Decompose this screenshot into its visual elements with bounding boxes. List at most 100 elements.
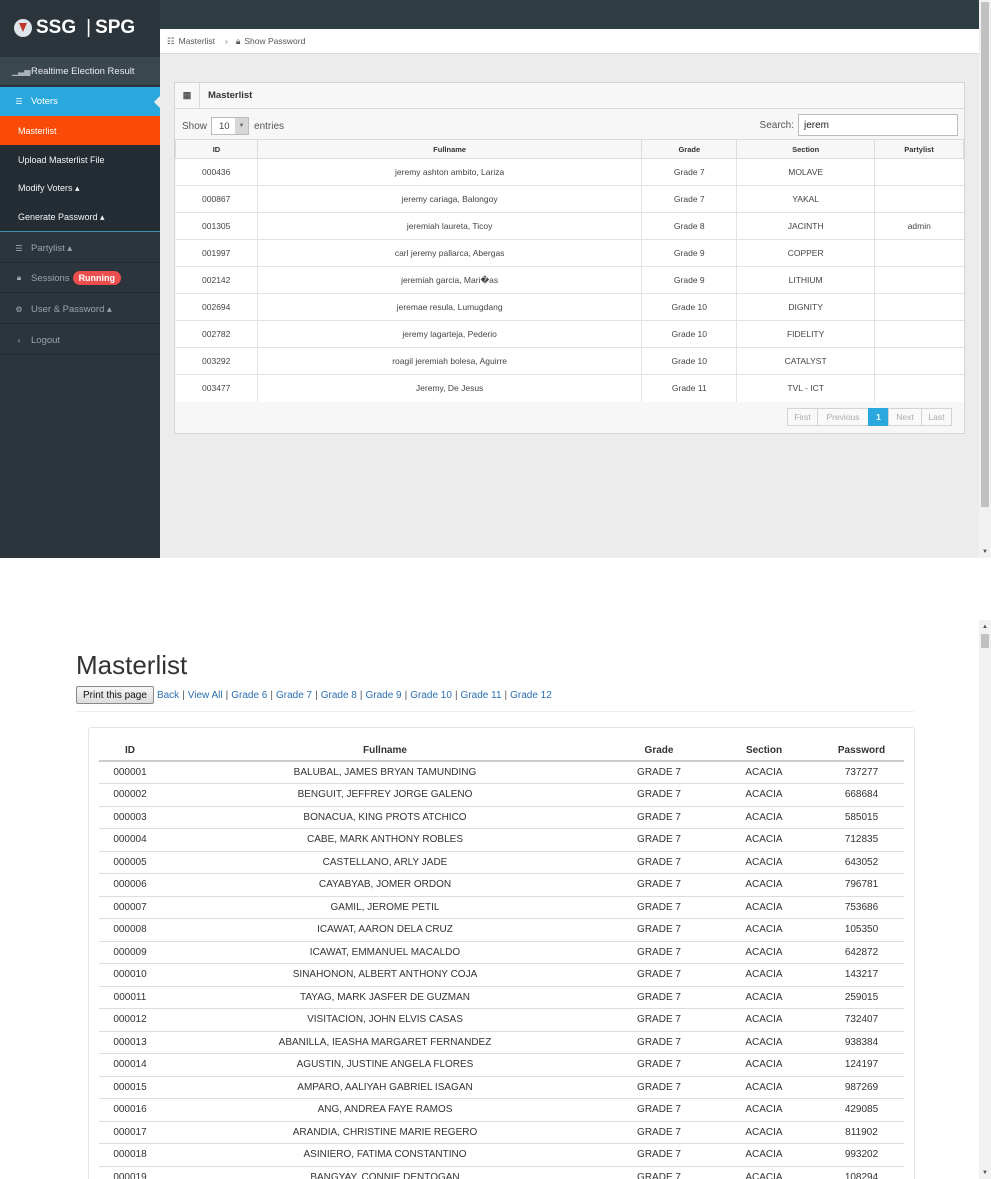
- link-grade-7[interactable]: Grade 7: [276, 690, 312, 701]
- sidebar-item-logout[interactable]: ‹ Logout: [0, 326, 160, 355]
- table-cell: 668684: [819, 783, 904, 806]
- chevron-left-icon: ‹: [17, 335, 21, 345]
- sidebar-item-realtime-result[interactable]: ▁▃▅ Realtime Election Result: [0, 57, 160, 86]
- search-input[interactable]: [798, 114, 958, 136]
- table-row[interactable]: 003477 Jeremy, De Jesus Grade 11 TVL - ICT: [175, 374, 964, 402]
- sidebar-item-sessions[interactable]: 🔒︎ Sessions Running: [0, 264, 160, 293]
- table-row[interactable]: 001997 carl jeremy pallarca, Abergas Grade…: [175, 239, 964, 267]
- page-title: Masterlist: [76, 650, 188, 680]
- table-row[interactable]: 000011 TAYAG, MARK JASFER DE GUZMAN GRADE …: [99, 985, 904, 1009]
- table-row[interactable]: 000014 AGUSTIN, JUSTINE ANGELA FLORES GRAD…: [99, 1053, 904, 1076]
- link-view-all[interactable]: View All: [188, 690, 223, 701]
- table-cell: COPPER: [736, 239, 875, 267]
- table-cell: TAYAG, MARK JASFER DE GUZMAN: [161, 985, 609, 1009]
- table-row[interactable]: 002694 jeremae resula, Lumugdang Grade 10 D…: [175, 293, 964, 321]
- table-row[interactable]: 000013 ABANILLA, IEASHA MARGARET FERNANDE…: [99, 1030, 904, 1054]
- scroll-down-arrow-icon[interactable]: ▼: [979, 1168, 991, 1178]
- sidebar-item-voters[interactable]: ☰ Voters: [0, 87, 160, 116]
- table-cell: Grade 7: [641, 185, 737, 213]
- breadcrumb-show-password[interactable]: Show Password: [244, 36, 305, 46]
- table-row[interactable]: 000006 CAYABYAB, JOMER ORDON GRADE 7 ACACIA…: [99, 873, 904, 896]
- pager-first[interactable]: First: [787, 408, 818, 426]
- link-grade-11[interactable]: Grade 11: [461, 690, 502, 701]
- sidebar-item-partylist[interactable]: ☰ Partylist ▴: [0, 234, 160, 263]
- table-cell: carl jeremy pallarca, Abergas: [256, 239, 642, 267]
- table-cell: 002782: [175, 320, 258, 348]
- column-header[interactable]: Password: [819, 740, 904, 762]
- scroll-up-arrow-icon[interactable]: ▲: [979, 622, 991, 632]
- column-header[interactable]: Section: [709, 740, 819, 762]
- scrollbar-thumb[interactable]: [981, 2, 989, 507]
- sidebar-sub-modify-voters[interactable]: Modify Voters ▴: [0, 174, 160, 203]
- table-cell: jeremiah garcia, Mari�as: [256, 266, 642, 294]
- table-cell: SINAHONON, ALBERT ANTHONY COJA: [161, 963, 609, 986]
- column-header[interactable]: Partylist: [874, 139, 964, 159]
- link-grade-6[interactable]: Grade 6: [231, 690, 267, 701]
- table-row[interactable]: 000008 ICAWAT, AARON DELA CRUZ GRADE 7 ACAC…: [99, 918, 904, 941]
- table-row[interactable]: 000001 BALUBAL, JAMES BRYAN TAMUNDING GRAD…: [99, 760, 904, 784]
- pager-next[interactable]: Next: [888, 408, 922, 426]
- column-header[interactable]: Grade: [641, 139, 738, 159]
- page-scrollbar[interactable]: ▼: [979, 0, 991, 558]
- breadcrumb-masterlist[interactable]: Masterlist: [179, 36, 215, 46]
- scroll-down-arrow-icon[interactable]: ▼: [979, 547, 991, 557]
- column-header[interactable]: Section: [736, 139, 876, 159]
- sidebar-sub-upload-masterlist[interactable]: Upload Masterlist File: [0, 145, 160, 174]
- table-row[interactable]: 000010 SINAHONON, ALBERT ANTHONY COJA GRAD…: [99, 963, 904, 986]
- table-cell: ACACIA: [709, 1098, 819, 1121]
- page-length-control: Show 10 ▼ entries: [182, 117, 284, 135]
- pager-page-1[interactable]: 1: [868, 408, 889, 426]
- table-row[interactable]: 000017 ARANDIA, CHRISTINE MARIE REGERO GRA…: [99, 1120, 904, 1144]
- table-cell: 811902: [819, 1120, 904, 1144]
- table-cell: ACACIA: [709, 805, 819, 829]
- table-cell: 000011: [99, 985, 161, 1009]
- table-row[interactable]: 000015 AMPARO, AALIYAH GABRIEL ISAGAN GRAD…: [99, 1075, 904, 1099]
- link-grade-10[interactable]: Grade 10: [410, 690, 452, 701]
- table-row[interactable]: 000019 BANGYAY, CONNIE DENTOGAN GRADE 7 ACA…: [99, 1165, 904, 1179]
- table-row[interactable]: 000005 CASTELLANO, ARLY JADE GRADE 7 ACACIA…: [99, 850, 904, 874]
- table-cell: 001305: [175, 212, 258, 240]
- page-scrollbar[interactable]: ▲ ▼: [979, 620, 991, 1179]
- pager-last[interactable]: Last: [921, 408, 952, 426]
- column-header[interactable]: Fullname: [256, 139, 643, 159]
- table-row[interactable]: 000009 ICAWAT, EMMANUEL MACALDO GRADE 7 ACA…: [99, 940, 904, 964]
- column-header[interactable]: ID: [99, 740, 161, 762]
- table-row[interactable]: 000003 BONACUA, KING PROTS ATCHICO GRADE 7…: [99, 805, 904, 829]
- sidebar-item-user-password[interactable]: ⚙ User & Password ▴: [0, 295, 160, 324]
- column-header[interactable]: Fullname: [161, 740, 609, 762]
- entries-select[interactable]: 10 ▼: [211, 117, 250, 135]
- table-cell: Jeremy, De Jesus: [256, 374, 642, 402]
- panel-title: Masterlist: [208, 90, 253, 101]
- column-header[interactable]: Grade: [609, 740, 709, 762]
- table-row[interactable]: 000012 VISITACION, JOHN ELVIS CASAS GRADE …: [99, 1008, 904, 1031]
- nav-separator: |: [404, 689, 408, 701]
- sidebar-item-label: Realtime Election Result: [31, 65, 135, 77]
- table-row[interactable]: 000002 BENGUIT, JEFFREY JORGE GALENO GRADE…: [99, 783, 904, 806]
- sidebar-sub-generate-password[interactable]: Generate Password ▴: [0, 203, 160, 232]
- sidebar: SSG | SPG ▁▃▅ Realtime Election Result ☰…: [0, 0, 160, 558]
- table-row[interactable]: 000867 jeremy cariaga, Balongoy Grade 7 YAK…: [175, 185, 964, 213]
- table-cell: YAKAL: [736, 185, 875, 213]
- link-grade-9[interactable]: Grade 9: [365, 690, 401, 701]
- column-header[interactable]: ID: [175, 139, 258, 159]
- table-row[interactable]: 001305 jeremiah laureta, Ticoy Grade 8 JACI…: [175, 212, 964, 240]
- table-body: 000001 BALUBAL, JAMES BRYAN TAMUNDING GRAD…: [99, 760, 904, 1179]
- table-row[interactable]: 000436 jeremy ashton ambito, Lariza Grade …: [175, 158, 964, 186]
- table-row[interactable]: 002142 jeremiah garcia, Mari�as Grade 9 LIT…: [175, 266, 964, 294]
- pager-previous[interactable]: Previous: [817, 408, 869, 426]
- table-row[interactable]: 003292 roagil jeremiah bolesa, Aguirre Gra…: [175, 347, 964, 375]
- table-cell: 000012: [99, 1008, 161, 1031]
- sidebar-sub-masterlist[interactable]: Masterlist: [0, 116, 160, 145]
- table-row[interactable]: 000016 ANG, ANDREA FAYE RAMOS GRADE 7 ACACI…: [99, 1098, 904, 1121]
- table-row[interactable]: 000007 GAMIL, JEROME PETIL GRADE 7 ACACIA 75…: [99, 895, 904, 919]
- table-row[interactable]: 000018 ASINIERO, FATIMA CONSTANTINO GRADE …: [99, 1143, 904, 1166]
- print-button[interactable]: Print this page: [76, 686, 154, 704]
- table-row[interactable]: 002782 jeremy lagarteja, Pederio Grade 10 F…: [175, 320, 964, 348]
- brand-logo[interactable]: SSG | SPG: [14, 16, 135, 40]
- scrollbar-thumb[interactable]: [981, 634, 989, 648]
- link-grade-8[interactable]: Grade 8: [321, 690, 357, 701]
- link-grade-12[interactable]: Grade 12: [510, 690, 552, 701]
- table-row[interactable]: 000004 CABE, MARK ANTHONY ROBLES GRADE 7 AC…: [99, 828, 904, 851]
- link-back[interactable]: Back: [157, 690, 179, 701]
- table-cell: ACACIA: [709, 760, 819, 784]
